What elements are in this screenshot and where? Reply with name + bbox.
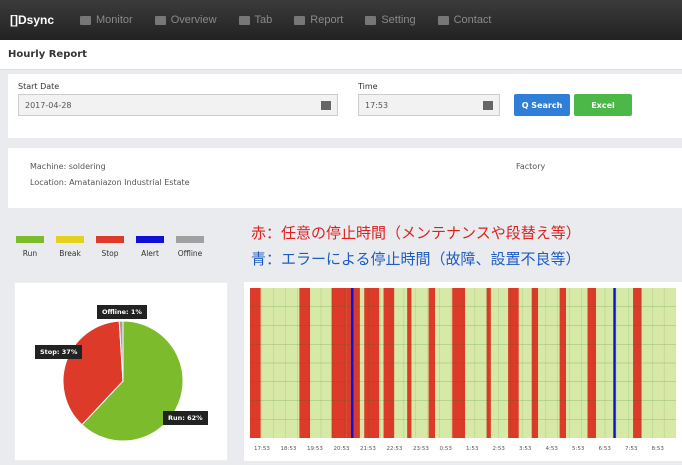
nav-report[interactable]: Report [294, 14, 343, 26]
timeline-tick-label: 17:53 [254, 446, 270, 452]
time-label: Time [358, 82, 378, 91]
tooltip-stop: Stop: 37% [35, 345, 83, 359]
nav-contact-label: Contact [453, 14, 492, 26]
blue-annotation: 青：エラーによる停止時間（故障、設置不良等） [251, 250, 581, 268]
grid-icon [154, 15, 166, 25]
nav-tab[interactable]: Tab [238, 14, 273, 26]
timeline-tick-label: 8:53 [651, 446, 664, 452]
timeline-tick-label: 19:53 [307, 446, 323, 452]
timeline-tick-label: 23:53 [413, 446, 429, 452]
legend-break-label: Break [59, 249, 81, 258]
legend-break-swatch [56, 236, 84, 243]
nav-tab-label: Tab [254, 14, 273, 26]
machine-name: Machine: soldering [30, 162, 106, 171]
timeline-tick-label: 1:53 [466, 446, 479, 452]
timeline-tick-label: 2:53 [492, 446, 505, 452]
nav-setting-label: Setting [381, 14, 416, 26]
timeline-tick-label: 20:53 [333, 446, 350, 452]
timeline-tick-label: 4:53 [545, 446, 558, 452]
timeline-tick-label: 3:53 [519, 446, 532, 452]
start-date-input[interactable]: 2017-04-28 [18, 94, 338, 116]
machine-info: Machine: soldering Location: Amataniazon… [8, 148, 682, 208]
nav-monitor-label: Monitor [96, 14, 133, 26]
timeline-tick-label: 21:53 [360, 446, 376, 452]
start-date-value: 2017-04-28 [25, 101, 72, 110]
timeline-chart [250, 288, 676, 438]
legend-run: Run [14, 236, 46, 258]
legend-stop-label: Stop [101, 249, 119, 258]
page-title: Hourly Report [0, 40, 682, 70]
timeline-tick-label: 18:53 [280, 446, 297, 452]
tab-icon [238, 15, 250, 25]
status-pie-card: Offline: 1% Stop: 37% Run: 62% [14, 282, 228, 461]
time-value: 17:53 [365, 101, 389, 110]
nav-report-label: Report [310, 14, 344, 26]
clock-icon[interactable] [483, 101, 493, 110]
time-input[interactable]: 17:53 [358, 94, 500, 116]
timeline-tick-label: 5:53 [572, 446, 585, 452]
start-date-label: Start Date [18, 82, 60, 91]
report-icon [294, 15, 306, 25]
timeline-tick-label: 7:53 [625, 446, 638, 452]
timeline-tick-label: 0:53 [439, 446, 452, 452]
legend-stop-swatch [96, 236, 124, 243]
timeline-card: 17:53 18:53 19:53 20:53 21:53 22:53 23:53 0:53 1… [244, 282, 682, 461]
brand-logo[interactable]: []Dsync [10, 13, 54, 27]
nav-contact[interactable]: Contact [437, 14, 492, 26]
phone-icon [437, 15, 449, 25]
timeline-tick-label: 6:53 [598, 446, 611, 452]
legend-run-swatch [16, 236, 44, 243]
tooltip-offline: Offline: 1% [97, 305, 147, 319]
nav-setting[interactable]: Setting [365, 14, 416, 26]
legend-alert-swatch [136, 236, 164, 243]
legend-break: Break [54, 236, 86, 258]
legend-offline: Offline [174, 236, 206, 258]
legend-offline-swatch [176, 236, 204, 243]
tooltip-run: Run: 62% [163, 411, 208, 425]
factory-label: Factory [516, 162, 546, 171]
eye-icon [80, 15, 92, 25]
legend-offline-label: Offline [177, 249, 203, 258]
legend-alert-label: Alert [141, 249, 159, 258]
search-button[interactable]: Q Search [514, 94, 570, 116]
report-form: Start Date 2017-04-28 Time 17:53 Q Searc… [8, 74, 682, 138]
calendar-icon[interactable] [321, 101, 331, 110]
status-legend: Run Break Stop Alert Offline [14, 236, 210, 276]
nav-monitor[interactable]: Monitor [80, 14, 133, 26]
excel-button[interactable]: Excel [574, 94, 632, 116]
timeline-tick-label: 22:53 [386, 446, 403, 452]
gear-icon [365, 15, 377, 25]
legend-stop: Stop [94, 236, 126, 258]
red-annotation: 赤：任意の停止時間（メンテナンスや段替え等） [251, 224, 581, 242]
nav-overview-label: Overview [170, 14, 217, 26]
machine-location: Location: Amataniazon Industrial Estate [30, 178, 190, 187]
legend-run-label: Run [22, 249, 38, 258]
legend-alert: Alert [134, 236, 166, 258]
nav-overview[interactable]: Overview [154, 14, 217, 26]
top-navbar: []Dsync Monitor Overview Tab Report Sett… [0, 0, 682, 40]
